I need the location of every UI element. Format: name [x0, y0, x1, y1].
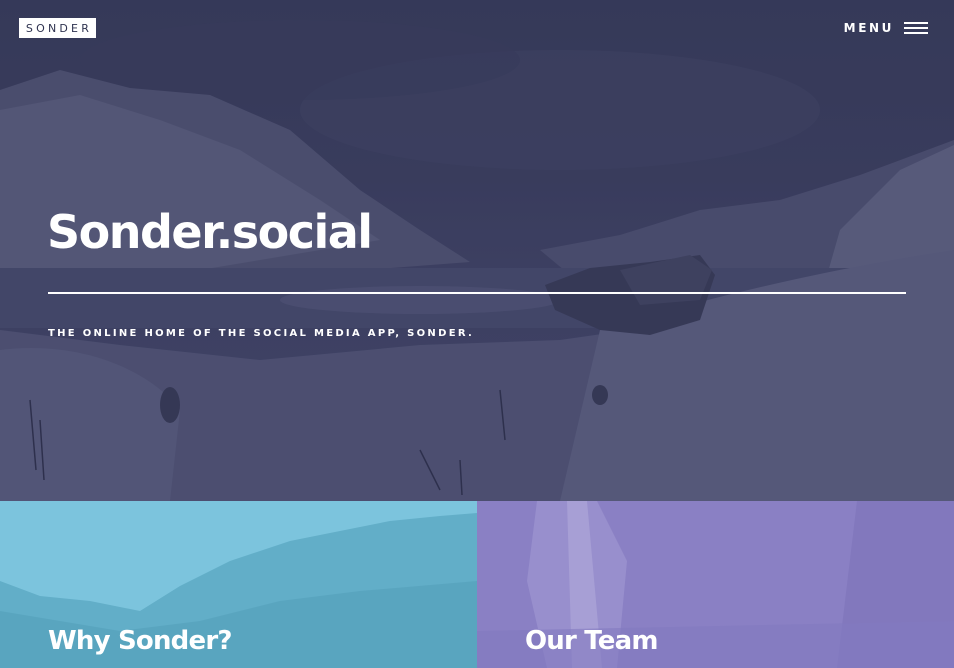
hero-subtitle: THE ONLINE HOME OF THE SOCIAL MEDIA APP,… — [48, 328, 475, 339]
hero-section: SONDER MENU Sonder.social THE ONLINE HOM… — [0, 0, 954, 501]
hero-divider — [48, 292, 906, 294]
why-sonder-title: Why Sonder? — [48, 626, 232, 656]
menu-label: MENU — [843, 21, 894, 35]
hamburger-icon[interactable] — [904, 22, 928, 34]
our-team-title: Our Team — [525, 626, 658, 656]
sonder-logo[interactable]: SONDER — [19, 18, 96, 38]
page: SONDER MENU Sonder.social THE ONLINE HOM… — [0, 0, 954, 668]
menu-button[interactable]: MENU — [844, 19, 928, 37]
why-sonder-tile[interactable]: Why Sonder? — [0, 501, 477, 668]
our-team-tile[interactable]: Our Team — [477, 501, 954, 668]
hero-title: Sonder.social — [47, 205, 373, 259]
